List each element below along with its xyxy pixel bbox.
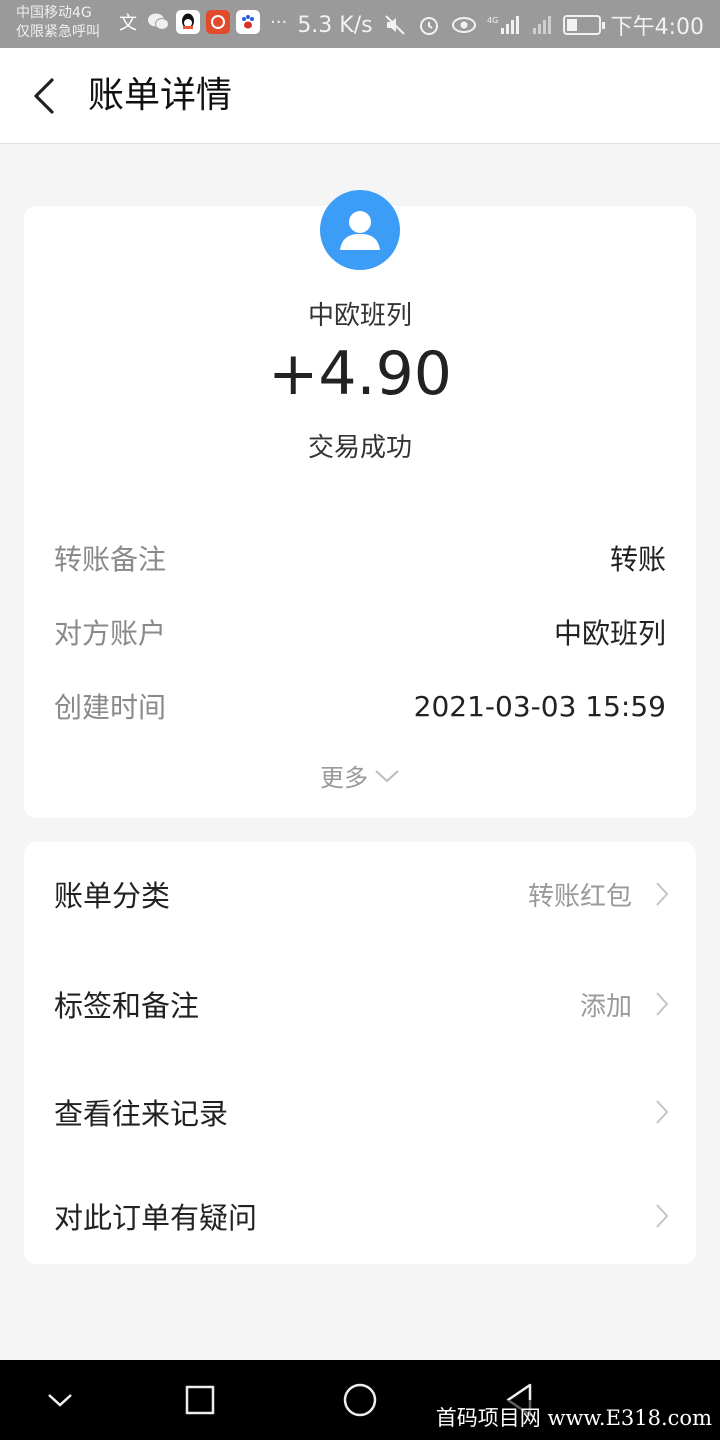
system-nav-bar: 首码项目网 www.E318.com (0, 1360, 720, 1440)
payee-name: 中欧班列 (307, 301, 412, 331)
wechat-icon (146, 10, 170, 34)
option-label: 对此订单有疑问 (54, 1201, 258, 1235)
alarm-icon (419, 17, 438, 35)
nav-hide-button[interactable] (40, 1380, 80, 1420)
chevron-down-icon (375, 769, 399, 782)
carrier-info: 中国移动4G 仅限紧急呼叫 (16, 4, 100, 42)
nav-home-button[interactable] (340, 1380, 380, 1420)
translate-icon: 文 (119, 13, 137, 34)
option-value: 添加 (579, 991, 632, 1022)
back-button[interactable] (22, 72, 70, 120)
carrier-name: 中国移动4G (16, 5, 92, 21)
chevron-right-icon (656, 1100, 669, 1124)
header: 账单详情 (0, 48, 720, 144)
detail-value: 2021-03-03 15:59 (413, 689, 666, 723)
detail-value: 转账 (609, 543, 666, 576)
page-title: 账单详情 (88, 75, 233, 116)
user-icon (340, 211, 380, 250)
option-right: 转账红包 (528, 876, 670, 913)
transaction-status: 交易成功 (307, 433, 412, 463)
option-order-question[interactable]: 对此订单有疑问 (54, 1186, 670, 1246)
chevron-right-icon (656, 992, 669, 1016)
option-label: 账单分类 (54, 879, 171, 913)
more-notifications-icon: ··· (270, 11, 288, 33)
option-value: 转账红包 (527, 881, 632, 912)
chevron-right-icon (656, 882, 669, 906)
transaction-card: 中欧班列 +4.90 交易成功 转账备注 转账 对方账户 中欧班列 创建时间 2… (24, 190, 696, 818)
option-view-history[interactable]: 查看往来记录 (54, 1082, 670, 1142)
clock: 下午4:00 (610, 15, 704, 40)
transaction-amount: +4.90 (268, 339, 452, 409)
watermark: 首码项目网 www.E318.com (431, 1400, 716, 1434)
signal-icon: 4G (487, 16, 519, 34)
options-card: 账单分类 转账红包 标签和备注 添加 查看往来记录 对此订单有疑问 (24, 842, 696, 1264)
svg-text:4G: 4G (487, 16, 498, 25)
option-label: 查看往来记录 (54, 1097, 229, 1131)
option-right (654, 1098, 670, 1126)
detail-value: 中欧班列 (553, 617, 666, 650)
option-label: 标签和备注 (54, 989, 200, 1023)
detail-row-account: 对方账户 中欧班列 (54, 612, 666, 652)
nav-recents-button[interactable] (180, 1380, 220, 1420)
mute-icon (384, 15, 405, 35)
option-right (654, 1202, 670, 1230)
app-icon (206, 10, 230, 34)
detail-row-remark: 转账备注 转账 (54, 538, 666, 578)
option-tags-notes[interactable]: 标签和备注 添加 (54, 974, 670, 1034)
battery-icon (562, 15, 605, 35)
status-bar: 中国移动4G 仅限紧急呼叫 文 ··· 5.3 K/s 4G 下午4:00 (0, 0, 720, 48)
eye-comfort-icon (451, 17, 476, 33)
detail-label: 创建时间 (54, 691, 167, 724)
square-icon (185, 1385, 215, 1415)
detail-label: 对方账户 (54, 617, 167, 650)
detail-row-created-time: 创建时间 2021-03-03 15:59 (54, 686, 666, 726)
network-speed: 5.3 K/s (297, 12, 373, 38)
option-right: 添加 (580, 986, 670, 1023)
chevron-right-icon (656, 1204, 669, 1228)
screen: 中国移动4G 仅限紧急呼叫 文 ··· 5.3 K/s 4G 下午4:00 账单… (0, 0, 720, 1440)
system-indicators: 5.3 K/s 4G 下午4:00 (297, 9, 704, 41)
detail-label: 转账备注 (54, 543, 167, 576)
notification-icons: 文 ··· (116, 10, 287, 34)
more-toggle[interactable]: 更多 (24, 758, 696, 793)
option-bill-category[interactable]: 账单分类 转账红包 (54, 864, 670, 924)
chevron-down-icon (48, 1394, 72, 1407)
baidu-icon (236, 10, 260, 34)
payee-avatar (320, 190, 400, 270)
carrier-emergency: 仅限紧急呼叫 (16, 24, 100, 40)
back-arrow-icon (34, 78, 54, 114)
signal-2-icon (532, 16, 551, 34)
circle-icon (343, 1383, 377, 1417)
qq-icon (176, 10, 200, 34)
more-label: 更多 (320, 764, 368, 792)
